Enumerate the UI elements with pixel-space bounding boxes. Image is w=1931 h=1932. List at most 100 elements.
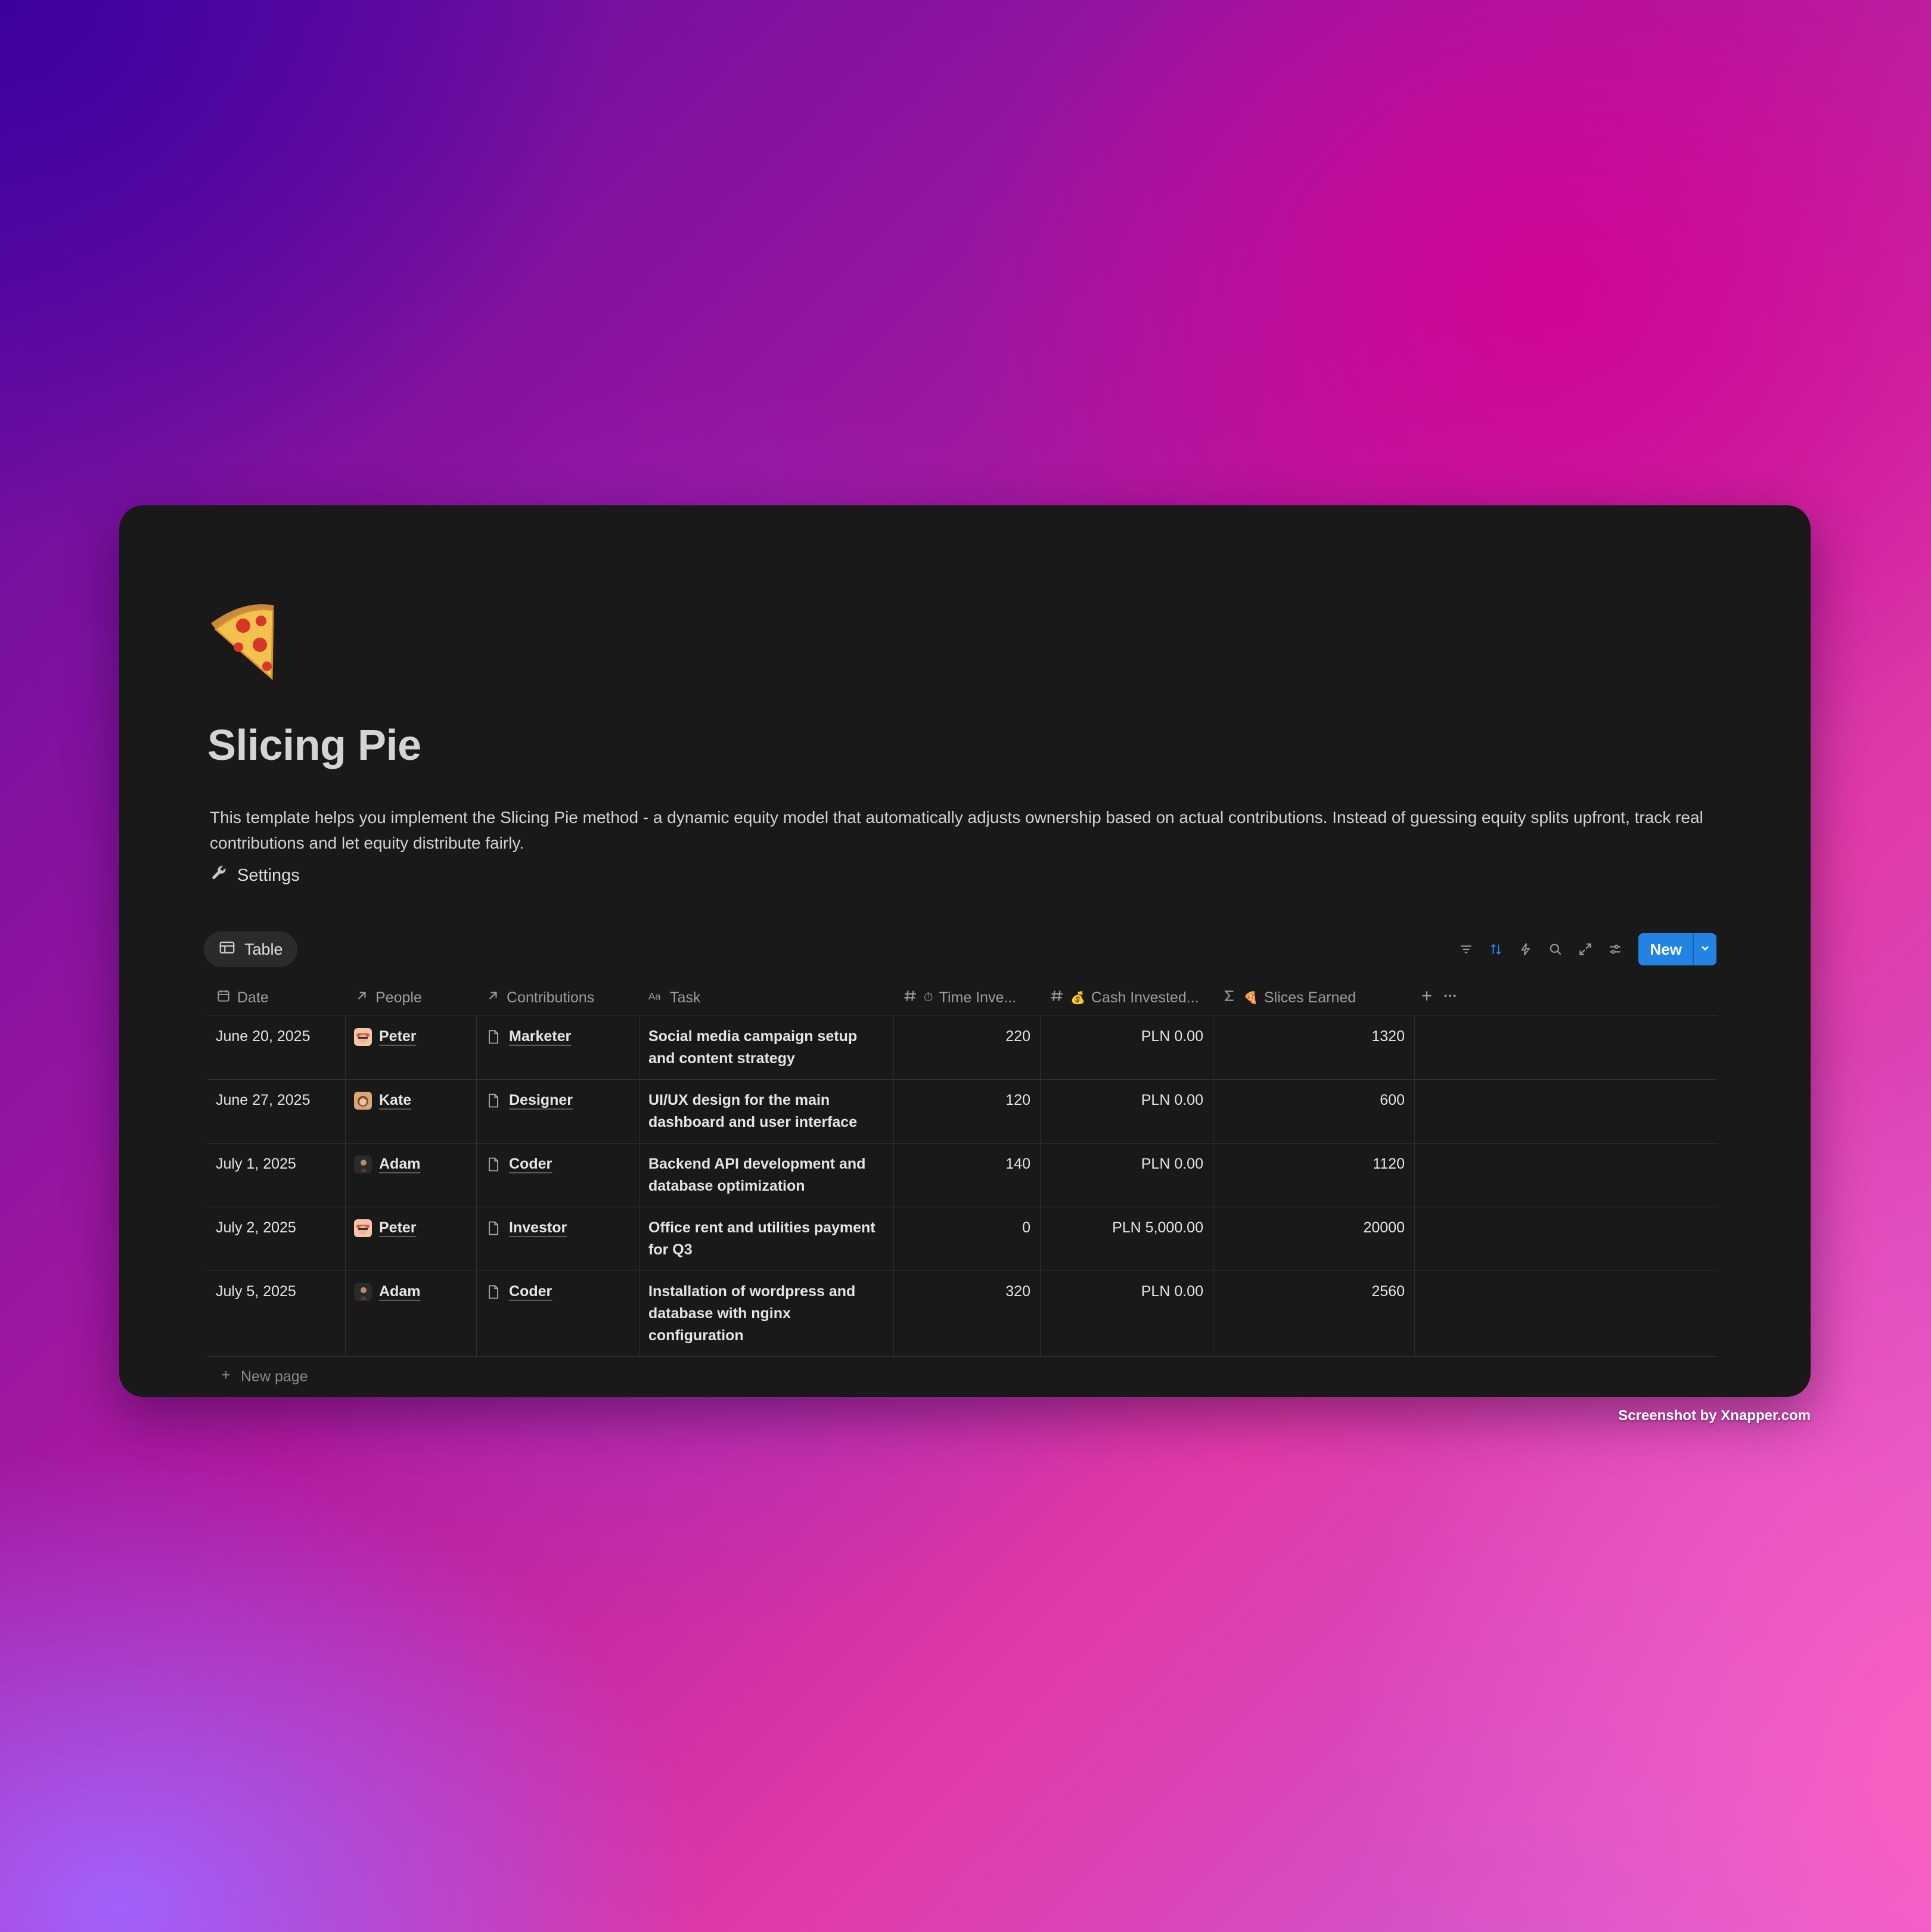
screenshot-credit: Screenshot by Xnapper.com — [1618, 1408, 1811, 1424]
people-cell[interactable]: Peter — [346, 1016, 477, 1079]
time-cell[interactable]: 220 — [894, 1016, 1041, 1079]
contribution-link[interactable]: Investor — [509, 1217, 567, 1239]
svg-text:Aa: Aa — [648, 990, 661, 1002]
add-column-button[interactable] — [1415, 980, 1439, 1015]
tab-table-view[interactable]: Table — [204, 931, 297, 967]
person-link[interactable]: Adam — [379, 1153, 420, 1175]
task-cell[interactable]: Office rent and utilities payment for Q3 — [640, 1207, 894, 1271]
more-options-button[interactable] — [1439, 980, 1474, 1015]
pizza-icon[interactable] — [207, 600, 279, 683]
slices-cell[interactable]: 20000 — [1213, 1207, 1415, 1271]
column-label: Slices Earned — [1263, 989, 1356, 1006]
people-cell[interactable]: Peter — [346, 1207, 477, 1271]
page-description: This template helps you implement the Sl… — [210, 808, 1703, 852]
table-header: Date People Contributions Aa Task ⏱ Time… — [207, 980, 1718, 1016]
pizza-slice-icon: 🍕 — [1243, 991, 1258, 1005]
page-title: Slicing Pie — [207, 722, 421, 769]
column-header-date[interactable]: Date — [207, 980, 346, 1015]
table-row[interactable]: July 2, 2025 Peter Investor Office rent … — [207, 1207, 1718, 1271]
table-row[interactable]: July 5, 2025 Adam Coder Installation of … — [207, 1271, 1718, 1357]
table-row[interactable]: June 27, 2025 Kate Designer UI/UX design… — [207, 1080, 1718, 1144]
new-dropdown-button[interactable] — [1693, 933, 1716, 965]
date-cell[interactable]: July 1, 2025 — [207, 1144, 346, 1207]
money-bag-icon: 💰 — [1070, 991, 1085, 1005]
table-row[interactable]: June 20, 2025 Peter Marketer Social medi… — [207, 1016, 1718, 1080]
people-cell[interactable]: Adam — [346, 1271, 477, 1356]
time-cell[interactable]: 140 — [894, 1144, 1041, 1207]
time-cell[interactable]: 320 — [894, 1271, 1041, 1356]
database-toolbar: New — [1456, 933, 1716, 965]
cash-cell[interactable]: PLN 0.00 — [1041, 1080, 1213, 1143]
stopwatch-icon: ⏱ — [924, 990, 933, 1004]
time-cell[interactable]: 120 — [894, 1080, 1041, 1143]
people-cell[interactable]: Adam — [346, 1144, 477, 1207]
sort-icon[interactable] — [1486, 939, 1506, 959]
slices-cell[interactable]: 600 — [1213, 1080, 1415, 1143]
contribution-link[interactable]: Coder — [509, 1153, 552, 1175]
column-header-contributions[interactable]: Contributions — [477, 980, 640, 1015]
contribution-cell[interactable]: Coder — [477, 1271, 640, 1356]
cash-cell[interactable]: PLN 0.00 — [1041, 1016, 1213, 1079]
date-cell[interactable]: June 27, 2025 — [207, 1080, 346, 1143]
calendar-icon — [216, 988, 231, 1008]
avatar — [354, 1028, 372, 1046]
table-icon — [218, 939, 236, 961]
new-button-group: New — [1638, 933, 1716, 965]
new-button[interactable]: New — [1638, 933, 1693, 965]
slices-cell[interactable]: 1120 — [1213, 1144, 1415, 1207]
column-header-task[interactable]: Aa Task — [640, 980, 894, 1015]
settings-link[interactable]: Settings — [210, 863, 300, 888]
date-cell[interactable]: July 5, 2025 — [207, 1271, 346, 1356]
contribution-link[interactable]: Marketer — [509, 1026, 571, 1048]
slices-cell[interactable]: 2560 — [1213, 1271, 1415, 1356]
slices-cell[interactable]: 1320 — [1213, 1016, 1415, 1079]
page-card: Slicing Pie This template helps you impl… — [119, 505, 1811, 1397]
avatar — [354, 1156, 372, 1173]
person-link[interactable]: Adam — [379, 1281, 420, 1303]
more-horizontal-icon — [1442, 988, 1458, 1008]
date-cell[interactable]: June 20, 2025 — [207, 1016, 346, 1079]
column-header-cash[interactable]: 💰 Cash Invested... — [1041, 980, 1213, 1015]
search-icon[interactable] — [1545, 939, 1566, 959]
contributions-table: Date People Contributions Aa Task ⏱ Time… — [207, 980, 1718, 1396]
people-cell[interactable]: Kate — [346, 1080, 477, 1143]
task-cell[interactable]: UI/UX design for the main dashboard and … — [640, 1080, 894, 1143]
relation-arrow-icon — [354, 988, 370, 1008]
text-aa-icon: Aa — [648, 988, 664, 1008]
lightning-icon[interactable] — [1516, 939, 1536, 959]
task-cell[interactable]: Social media campaign setup and content … — [640, 1016, 894, 1079]
plus-icon — [1419, 988, 1435, 1008]
column-header-time[interactable]: ⏱ Time Inve... — [894, 980, 1041, 1015]
contribution-cell[interactable]: Coder — [477, 1144, 640, 1207]
table-row[interactable]: July 1, 2025 Adam Coder Backend API deve… — [207, 1144, 1718, 1207]
contribution-cell[interactable]: Designer — [477, 1080, 640, 1143]
column-header-people[interactable]: People — [346, 980, 477, 1015]
contribution-cell[interactable]: Marketer — [477, 1016, 640, 1079]
time-cell[interactable]: 0 — [894, 1207, 1041, 1271]
column-label: People — [375, 989, 422, 1006]
page-icon — [489, 1030, 498, 1044]
task-cell[interactable]: Backend API development and database opt… — [640, 1144, 894, 1207]
empty-cell — [1415, 1271, 1718, 1356]
column-header-slices[interactable]: 🍕 Slices Earned — [1213, 980, 1415, 1015]
page-icon — [489, 1157, 498, 1172]
contribution-cell[interactable]: Investor — [477, 1207, 640, 1271]
person-link[interactable]: Peter — [379, 1217, 417, 1239]
expand-icon[interactable] — [1575, 939, 1595, 959]
task-cell[interactable]: Installation of wordpress and database w… — [640, 1271, 894, 1356]
cash-cell[interactable]: PLN 0.00 — [1041, 1271, 1213, 1356]
contribution-link[interactable]: Designer — [509, 1089, 573, 1111]
cash-cell[interactable]: PLN 5,000.00 — [1041, 1207, 1213, 1271]
new-page-button[interactable]: New page — [207, 1357, 1718, 1396]
date-cell[interactable]: July 2, 2025 — [207, 1207, 346, 1271]
person-link[interactable]: Peter — [379, 1026, 417, 1048]
empty-cell — [1415, 1080, 1718, 1143]
person-link[interactable]: Kate — [379, 1089, 411, 1111]
filter-icon[interactable] — [1456, 939, 1476, 959]
cash-cell[interactable]: PLN 0.00 — [1041, 1144, 1213, 1207]
number-hash-icon — [902, 988, 918, 1008]
settings-label: Settings — [237, 865, 300, 885]
avatar — [354, 1092, 372, 1110]
contribution-link[interactable]: Coder — [509, 1281, 552, 1303]
settings-sliders-icon[interactable] — [1605, 939, 1625, 959]
